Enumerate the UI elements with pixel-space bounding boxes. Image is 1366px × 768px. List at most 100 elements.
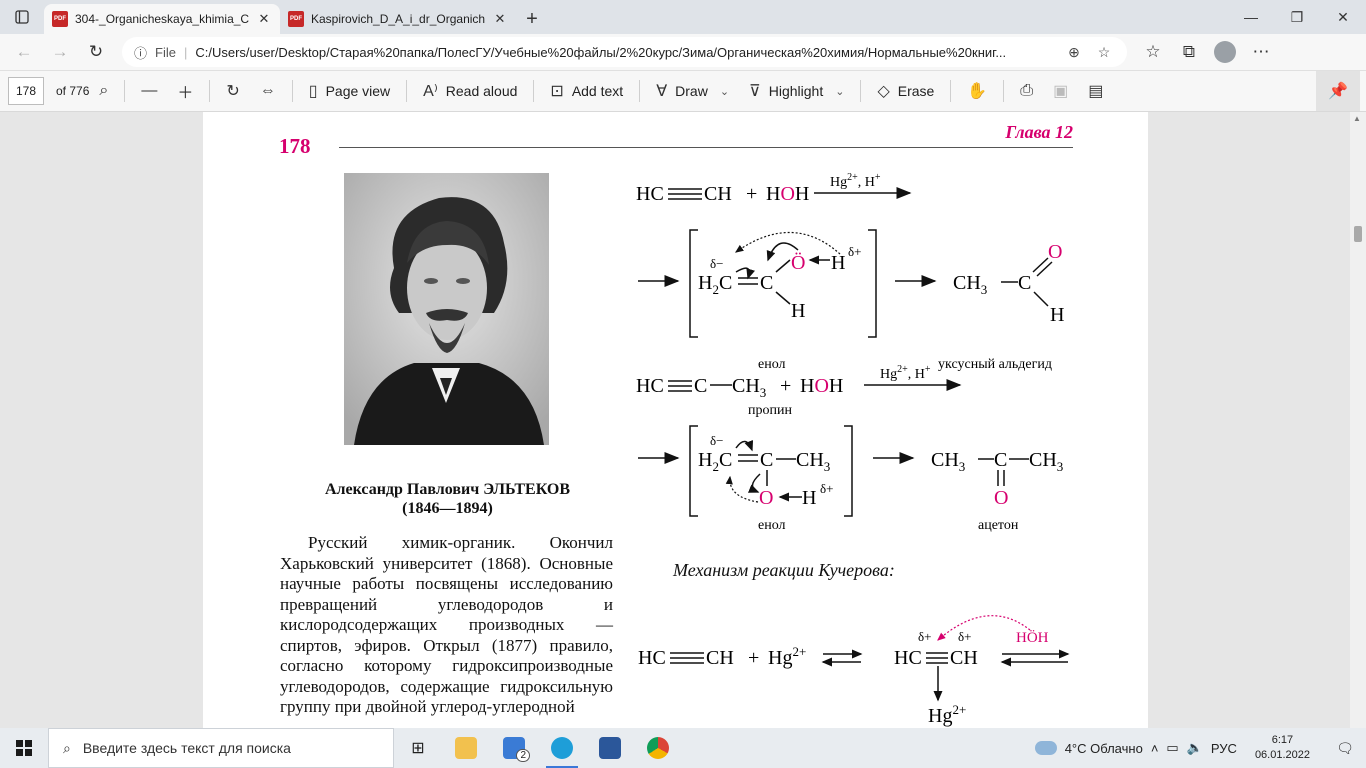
chrome-button[interactable] bbox=[634, 728, 682, 768]
touch-select-button[interactable]: ✋ bbox=[957, 76, 997, 106]
url-input[interactable]: ⓘ File | C:/Users/user/Desktop/Старая%20… bbox=[122, 37, 1127, 67]
cloud-icon bbox=[1034, 741, 1057, 755]
taskbar-search-input[interactable]: ⌕ Введите здесь текст для поиска bbox=[48, 728, 394, 768]
address-bar: ← → ↻ ⓘ File | C:/Users/user/Desktop/Ста… bbox=[0, 34, 1366, 70]
file-label: File bbox=[155, 44, 176, 60]
tray-chevron-up-icon[interactable]: ˄ bbox=[1151, 741, 1159, 756]
svg-text:O: O bbox=[1048, 241, 1062, 263]
fit-icon: ⇔ bbox=[259, 82, 276, 99]
read-aloud-button[interactable]: A⁾ Read aloud bbox=[413, 76, 527, 106]
tab-close-icon[interactable]: ✕ bbox=[492, 11, 508, 27]
draw-label: Draw bbox=[675, 83, 708, 99]
add-text-button[interactable]: ⊡ Add text bbox=[540, 76, 633, 106]
new-tab-button[interactable]: + bbox=[516, 4, 548, 34]
svg-text:H: H bbox=[1050, 304, 1064, 326]
notifications-icon[interactable]: 🗨 bbox=[1328, 728, 1362, 768]
zoom-out-button[interactable]: — bbox=[131, 76, 167, 106]
acetone-label: ацетон bbox=[978, 518, 1019, 533]
person-name-block: Александр Павлович ЭЛЬТЕКОВ (1846—1894) bbox=[295, 480, 600, 518]
favorites-icon[interactable]: ☆ bbox=[1137, 37, 1169, 67]
info-icon[interactable]: ⓘ bbox=[134, 43, 147, 62]
svg-text:CH3: CH3 bbox=[796, 449, 830, 474]
collections-icon[interactable]: ⧉ bbox=[1173, 37, 1205, 67]
acetaldehyde-product: CH3 C O H уксусный альдегид bbox=[895, 241, 1064, 372]
volume-icon[interactable]: 🔈 bbox=[1187, 740, 1203, 756]
read-aloud-label: Read aloud bbox=[445, 83, 518, 99]
save-as-button[interactable]: ▤ bbox=[1078, 76, 1113, 106]
task-view-icon: ⊞ bbox=[411, 740, 425, 757]
enol-label: енол bbox=[758, 357, 786, 372]
pdf-toolbar: 178 of 776 ⌕ — ＋ ↻ ⇔ ▯ Page view A⁾ Read a… bbox=[0, 70, 1366, 112]
reaction-acetylene-hydration: HC CH + HOH Hg2+, H+ bbox=[636, 172, 912, 205]
word-button[interactable] bbox=[586, 728, 634, 768]
scroll-up-icon[interactable]: ▲ bbox=[1353, 114, 1361, 123]
word-icon bbox=[599, 737, 621, 759]
forward-icon[interactable]: → bbox=[44, 37, 76, 67]
draw-button[interactable]: ∀ Draw ⌄ bbox=[646, 76, 739, 106]
svg-text:Hg2+: Hg2+ bbox=[768, 644, 806, 669]
minimize-icon[interactable]: — bbox=[1228, 0, 1274, 34]
enol-label: енол bbox=[758, 518, 786, 533]
chevron-down-icon[interactable]: ⌄ bbox=[720, 85, 729, 98]
erase-button[interactable]: ◇ Erase bbox=[867, 76, 944, 106]
pdf-icon: PDF bbox=[52, 11, 68, 27]
svg-text:HÖH: HÖH bbox=[1016, 629, 1049, 646]
tab-organicheskaya[interactable]: PDF 304-_Organicheskaya_khimia_Ch ✕ bbox=[44, 4, 280, 34]
svg-text:Hg2+, H+: Hg2+, H+ bbox=[880, 364, 931, 382]
network-icon[interactable]: ▭ bbox=[1166, 740, 1178, 756]
refresh-icon[interactable]: ↻ bbox=[80, 37, 112, 67]
page-number-input[interactable]: 178 bbox=[8, 77, 44, 105]
zoom-in-button[interactable]: ＋ bbox=[167, 76, 203, 106]
reaction-propyne-hydration: HC C CH3 + HOH Hg2+, H+ пропин bbox=[636, 364, 962, 418]
svg-text:CH: CH bbox=[706, 647, 734, 669]
separator: | bbox=[183, 44, 188, 60]
tab-strip: PDF 304-_Organicheskaya_khimia_Ch ✕ PDF … bbox=[0, 0, 1366, 34]
mail-button[interactable]: 2 bbox=[490, 728, 538, 768]
search-icon: ⌕ bbox=[99, 82, 109, 99]
person-years: (1846—1894) bbox=[402, 500, 493, 517]
fit-page-button[interactable]: ⇔ bbox=[250, 76, 286, 106]
tab-actions-button[interactable] bbox=[0, 0, 44, 34]
svg-text:C: C bbox=[694, 375, 707, 397]
vertical-scrollbar[interactable]: ▲ bbox=[1350, 112, 1366, 728]
tab-close-icon[interactable]: ✕ bbox=[256, 11, 272, 27]
task-view-button[interactable]: ⊞ bbox=[394, 728, 442, 768]
edge-button[interactable] bbox=[538, 728, 586, 768]
svg-text:HC: HC bbox=[636, 183, 664, 205]
erase-label: Erase bbox=[897, 83, 935, 99]
pin-toolbar-button[interactable]: 📌 bbox=[1316, 71, 1360, 111]
zoom-icon[interactable]: ⊕ bbox=[1063, 44, 1085, 61]
restore-icon[interactable]: ❐ bbox=[1274, 0, 1320, 34]
scrollbar-thumb[interactable] bbox=[1354, 226, 1362, 242]
profile-button[interactable] bbox=[1209, 37, 1241, 67]
start-button[interactable] bbox=[0, 728, 48, 768]
clock[interactable]: 6:17 06.01.2022 bbox=[1255, 733, 1310, 763]
save-icon: ▣ bbox=[1053, 83, 1069, 100]
page-view-button[interactable]: ▯ Page view bbox=[299, 76, 400, 106]
tab-title: 304-_Organicheskaya_khimia_Ch bbox=[75, 12, 249, 26]
language-indicator[interactable]: РУС bbox=[1211, 741, 1237, 756]
svg-text:CH3: CH3 bbox=[953, 272, 987, 297]
chevron-down-icon[interactable]: ⌄ bbox=[835, 85, 844, 98]
window-controls: — ❐ ✕ bbox=[1228, 0, 1366, 34]
svg-text:δ+: δ+ bbox=[918, 629, 931, 644]
save-button[interactable]: ▣ bbox=[1043, 76, 1078, 106]
print-button[interactable]: ⎙ bbox=[1010, 76, 1043, 106]
rotate-button[interactable]: ↻ bbox=[216, 76, 249, 106]
file-explorer-button[interactable] bbox=[442, 728, 490, 768]
weather-text[interactable]: 4°C Облачно bbox=[1065, 741, 1143, 756]
svg-text:CH: CH bbox=[950, 647, 978, 669]
hand-icon: ✋ bbox=[967, 83, 988, 100]
pdf-page: 178 Глава 12 Александр Павлович ЭЛЬТЕКОВ… bbox=[203, 112, 1148, 728]
back-icon[interactable]: ← bbox=[8, 37, 40, 67]
separator bbox=[950, 80, 952, 102]
avatar bbox=[1214, 41, 1236, 63]
tab-kaspirovich[interactable]: PDF Kaspirovich_D_A_i_dr_Organiche ✕ bbox=[280, 4, 516, 34]
settings-more-icon[interactable]: ⋯ bbox=[1245, 37, 1277, 67]
highlight-button[interactable]: ⊽ Highlight ⌄ bbox=[739, 76, 854, 106]
svg-text:HC: HC bbox=[636, 375, 664, 397]
find-button[interactable]: ⌕ bbox=[89, 76, 118, 106]
add-favorite-icon[interactable]: ☆ bbox=[1093, 44, 1115, 61]
close-window-icon[interactable]: ✕ bbox=[1320, 0, 1366, 34]
person-name: Александр Павлович ЭЛЬТЕКОВ bbox=[324, 481, 571, 498]
